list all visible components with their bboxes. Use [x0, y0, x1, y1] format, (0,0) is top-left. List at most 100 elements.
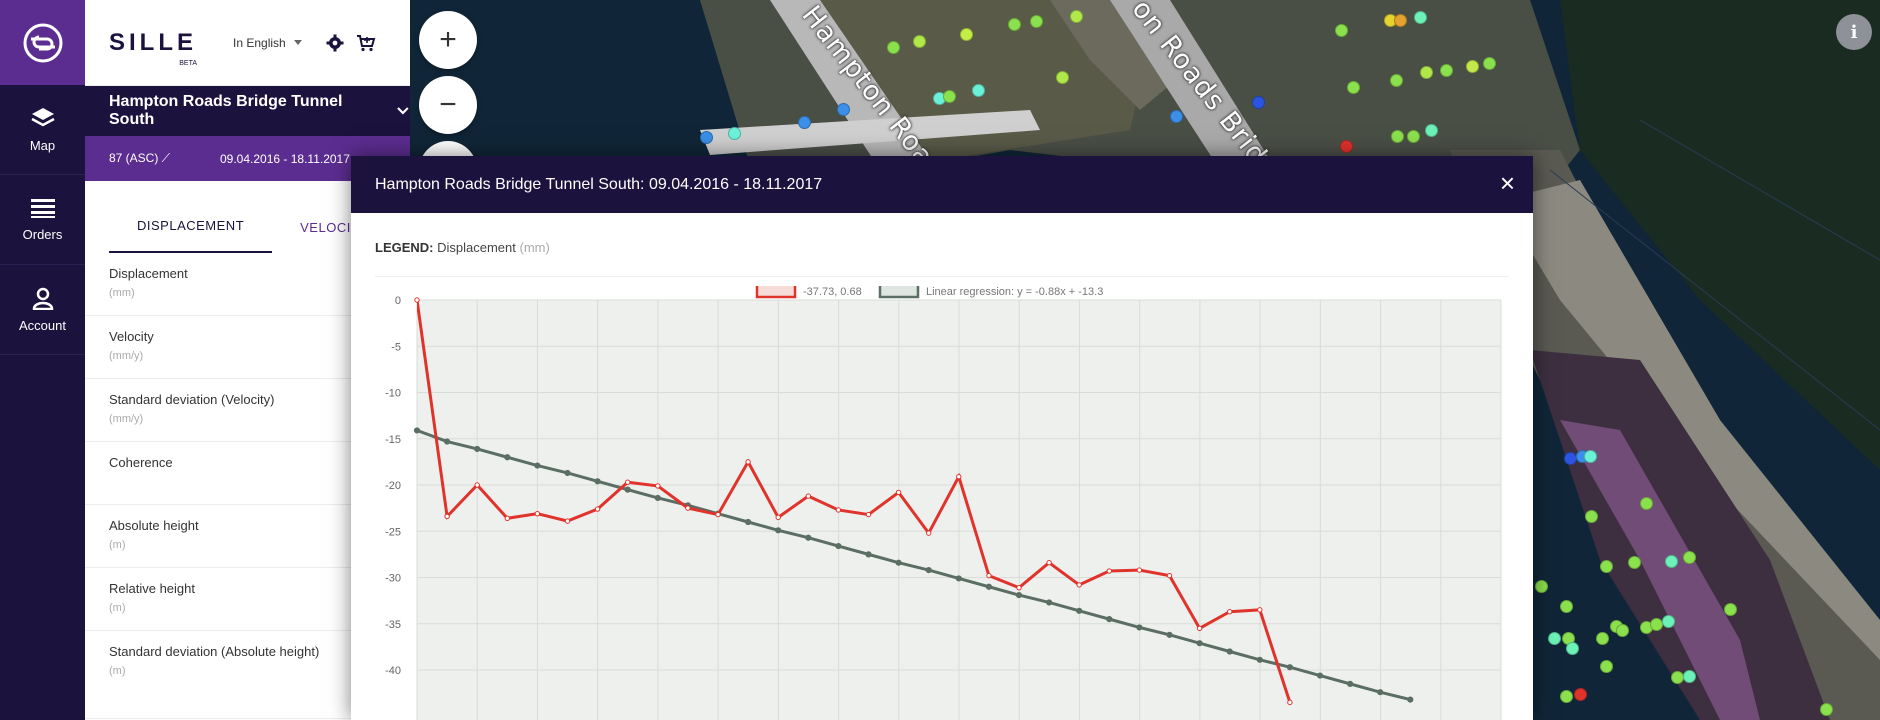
displacement-point [745, 459, 751, 465]
map-point[interactable] [1030, 15, 1043, 28]
date-range: 09.04.2016 - 18.11.2017 [220, 151, 350, 166]
map-point[interactable] [1347, 81, 1360, 94]
map-point[interactable] [1340, 140, 1353, 153]
map-point[interactable] [728, 127, 741, 140]
map-point[interactable] [1335, 24, 1348, 37]
map-point[interactable] [887, 41, 900, 54]
displacement-chart[interactable]: 0 -5 -10 -15 -20 -25 -30 -35 -40 -37.73, 0.68 Line… [351, 286, 1533, 720]
map-point[interactable] [972, 84, 985, 97]
map-point[interactable] [1414, 11, 1427, 24]
brand-name: SILLE [109, 28, 198, 56]
map-point[interactable] [1640, 497, 1653, 510]
map-point[interactable] [1665, 555, 1678, 568]
legend-unit: (mm) [519, 240, 550, 255]
map-point[interactable] [1820, 703, 1833, 716]
nav-item-map[interactable]: Map [0, 85, 85, 175]
regression-point [745, 518, 752, 526]
map-point[interactable] [1548, 632, 1561, 645]
map-point[interactable] [1070, 10, 1083, 23]
regression-point [1166, 631, 1173, 638]
regression-point [1316, 672, 1324, 679]
property-name: Coherence [109, 455, 173, 470]
map-point[interactable] [1600, 560, 1613, 573]
info-button[interactable]: i [1836, 14, 1872, 50]
map-point[interactable] [1560, 690, 1573, 703]
logo[interactable] [0, 0, 85, 85]
displacement-point [625, 479, 631, 485]
zoom-in-button[interactable]: + [419, 11, 477, 69]
displacement-point [1227, 609, 1233, 615]
gear-icon[interactable] [326, 34, 344, 52]
map-point[interactable] [1425, 124, 1438, 137]
map-point[interactable] [943, 90, 956, 103]
zoom-out-button[interactable]: − [419, 76, 477, 134]
map-point[interactable] [1391, 130, 1404, 143]
property-unit: (m) [109, 665, 126, 677]
map-point[interactable] [700, 131, 713, 144]
map-point[interactable] [1683, 551, 1696, 564]
map-point[interactable] [1535, 580, 1548, 593]
map-point[interactable] [1616, 624, 1629, 637]
map-point[interactable] [1574, 688, 1587, 701]
map-point[interactable] [1440, 64, 1453, 77]
map-point[interactable] [913, 35, 926, 48]
map-point[interactable] [1170, 110, 1183, 123]
regression-point [564, 469, 571, 477]
map-point[interactable] [1628, 556, 1641, 569]
cart-icon[interactable] [356, 34, 376, 52]
legend-label-series: -37.73, 0.68 [803, 286, 862, 298]
map-point[interactable] [1420, 66, 1433, 79]
close-icon[interactable]: × [1500, 168, 1515, 198]
orbit-label: 87 (ASC) ⟋ [109, 151, 171, 165]
nav-item-orders[interactable]: Orders [0, 175, 85, 265]
map-point[interactable] [1671, 671, 1684, 684]
displacement-point [534, 510, 541, 517]
site-selector[interactable]: Hampton Roads Bridge Tunnel South [85, 86, 410, 136]
y-tick-label: -5 [391, 341, 401, 353]
map-point[interactable] [1407, 130, 1420, 143]
displacement-point [504, 515, 511, 522]
property-name: Standard deviation (Velocity) [109, 392, 275, 407]
displacement-point [414, 297, 420, 303]
map-point[interactable] [1560, 600, 1573, 613]
property-unit: (mm/y) [109, 350, 144, 362]
displacement-point [1046, 560, 1052, 566]
panel-header: SILLE BETA In English [85, 0, 410, 86]
map-point[interactable] [1566, 642, 1579, 655]
map-point[interactable] [1008, 18, 1021, 31]
displacement-point [655, 483, 661, 489]
map-point[interactable] [798, 116, 811, 129]
map-point[interactable] [1056, 71, 1069, 84]
map-point[interactable] [1584, 450, 1597, 463]
property-name: Absolute height [109, 518, 199, 533]
legend-value: Displacement [437, 240, 516, 255]
regression-point [1106, 616, 1113, 623]
map-point[interactable] [1600, 660, 1613, 673]
regression-point [925, 567, 932, 574]
regression-point [1407, 696, 1414, 703]
regression-point [1256, 656, 1263, 663]
regression-point [1196, 640, 1203, 647]
map-point[interactable] [1683, 670, 1696, 683]
map-point[interactable] [837, 103, 850, 116]
displacement-point [775, 514, 781, 521]
nav-item-account[interactable]: Account [0, 265, 85, 355]
displacement-point [1076, 582, 1082, 588]
language-select[interactable]: In English [233, 36, 302, 50]
map-point[interactable] [1390, 74, 1403, 87]
map-point[interactable] [1564, 452, 1577, 465]
regression-point [955, 575, 962, 582]
map-point[interactable] [1466, 60, 1479, 73]
map-point[interactable] [1394, 14, 1407, 27]
sille-logo-icon [23, 23, 62, 62]
map-point[interactable] [1724, 603, 1737, 616]
map-point[interactable] [1252, 96, 1265, 109]
brand-logo: SILLE BETA [109, 28, 198, 67]
map-point[interactable] [1585, 510, 1598, 523]
tab-displacement[interactable]: DISPLACEMENT [109, 218, 273, 253]
map-point[interactable] [1483, 57, 1496, 70]
map-point[interactable] [960, 28, 973, 41]
map-point[interactable] [1596, 632, 1609, 645]
map-point[interactable] [1662, 615, 1675, 628]
displacement-point [1287, 699, 1293, 706]
